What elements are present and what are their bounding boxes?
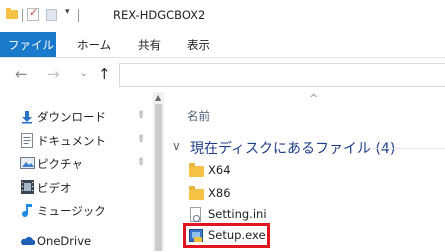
sidebar-item-onedrive[interactable]: OneDrive bbox=[37, 234, 91, 252]
recent-locations-chevron-icon[interactable]: ⌄ bbox=[80, 69, 88, 79]
customize-dropdown-icon[interactable]: ▾ bbox=[65, 7, 70, 17]
back-arrow-icon[interactable]: ← bbox=[15, 66, 28, 82]
scrollbar-thumb[interactable] bbox=[155, 104, 162, 251]
sidebar-item-documents[interactable]: ドキュメント bbox=[37, 133, 106, 151]
column-header-name[interactable]: 名前 bbox=[187, 108, 210, 124]
address-bar[interactable] bbox=[119, 63, 445, 87]
folder-icon bbox=[6, 8, 18, 19]
pictures-icon bbox=[20, 157, 35, 169]
tab-home[interactable]: ホーム bbox=[77, 37, 111, 53]
sidebar-item-downloads[interactable]: ダウンロード bbox=[37, 109, 106, 127]
properties-check-icon[interactable] bbox=[27, 6, 39, 21]
sidebar-item-videos[interactable]: ビデオ bbox=[37, 180, 72, 198]
window-title: REX-HDGCBOX2 bbox=[113, 8, 206, 22]
file-name: X86 bbox=[208, 186, 231, 200]
tab-view[interactable]: 表示 bbox=[187, 37, 210, 53]
download-arrow-icon bbox=[20, 110, 34, 124]
tab-file[interactable]: ファイル bbox=[0, 32, 56, 57]
list-item[interactable]: Setting.ini bbox=[186, 206, 386, 224]
forward-arrow-icon[interactable]: → bbox=[47, 66, 60, 82]
toolbar-separator bbox=[22, 9, 23, 22]
folder-icon bbox=[189, 186, 204, 200]
document-icon bbox=[21, 133, 33, 148]
new-folder-icon[interactable] bbox=[46, 9, 57, 21]
group-divider bbox=[372, 148, 445, 149]
tab-share[interactable]: 共有 bbox=[138, 37, 161, 53]
ribbon-tab-bar bbox=[0, 32, 445, 58]
tab-file-label: ファイル bbox=[8, 38, 54, 52]
sidebar-item-music[interactable]: ミュージック bbox=[37, 203, 106, 221]
video-icon bbox=[21, 180, 34, 194]
highlight-box bbox=[183, 223, 270, 248]
file-name: X64 bbox=[208, 163, 231, 177]
title-separator bbox=[78, 9, 79, 22]
music-note-icon bbox=[21, 203, 33, 218]
group-header[interactable]: 現在ディスクにあるファイル (4) bbox=[190, 138, 395, 158]
list-item[interactable]: X86 bbox=[186, 185, 386, 203]
sidebar-item-pictures[interactable]: ピクチャ bbox=[37, 156, 83, 174]
up-arrow-icon[interactable]: ↑ bbox=[98, 65, 111, 83]
scroll-up-arrow-icon[interactable]: ▲ bbox=[155, 93, 161, 102]
group-collapse-chevron-icon[interactable]: ∨ bbox=[172, 139, 181, 153]
settings-file-icon bbox=[190, 207, 201, 222]
sort-ascending-icon: ^ bbox=[309, 92, 319, 105]
file-name: Setting.ini bbox=[208, 207, 267, 221]
folder-icon bbox=[189, 163, 204, 177]
list-item[interactable]: X64 bbox=[186, 162, 386, 180]
onedrive-cloud-icon bbox=[19, 236, 36, 246]
